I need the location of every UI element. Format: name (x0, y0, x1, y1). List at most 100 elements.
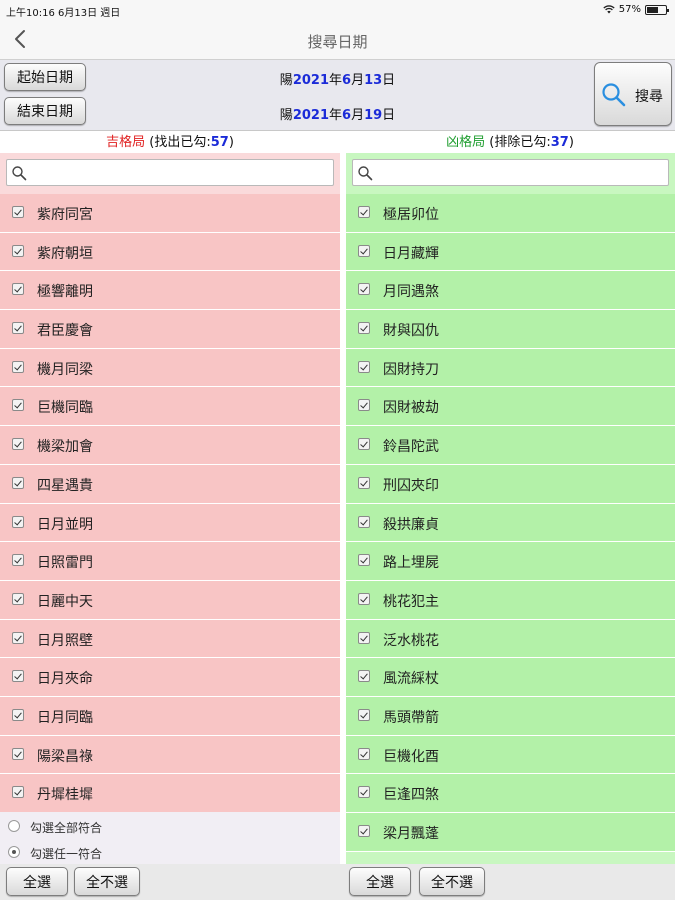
checkbox-checked-icon[interactable] (12, 360, 24, 373)
list-item-label: 因財持刀 (383, 361, 439, 378)
lucky-count: 57 (210, 135, 229, 150)
checkbox-checked-icon[interactable] (12, 592, 24, 605)
list-item[interactable]: 巨機同臨 (0, 387, 340, 427)
list-item[interactable]: 鈴昌陀武 (346, 426, 675, 465)
list-item[interactable]: 泛水桃花 (346, 619, 675, 659)
checkbox-checked-icon[interactable] (358, 476, 370, 489)
lucky-subtitle-pre: (找出已勾: (145, 135, 211, 150)
list-item[interactable]: 因財被劫 (346, 387, 675, 427)
list-item-label: 日麗中天 (37, 593, 93, 610)
list-item[interactable]: 紫府同宮 (0, 194, 340, 233)
checkbox-checked-icon[interactable] (12, 283, 24, 296)
list-item[interactable]: 財與囚仇 (346, 310, 675, 349)
checkbox-checked-icon[interactable] (358, 708, 370, 721)
list-item[interactable]: 巨逢四煞 (346, 774, 675, 813)
list-item[interactable]: 因財持刀 (346, 348, 675, 388)
lucky-title: 吉格局 (106, 135, 146, 150)
list-item[interactable]: 日月藏輝 (346, 232, 675, 272)
list-item[interactable]: 君臣慶會 (0, 310, 340, 349)
lucky-select-none-button[interactable]: 全不選 (74, 867, 140, 896)
checkbox-checked-icon[interactable] (358, 747, 370, 760)
unlucky-search-input[interactable] (377, 162, 666, 183)
checkbox-checked-icon[interactable] (12, 399, 24, 412)
checkbox-checked-icon[interactable] (358, 786, 370, 799)
checkbox-checked-icon[interactable] (12, 438, 24, 451)
checkbox-checked-icon[interactable] (12, 206, 24, 218)
checkbox-checked-icon[interactable] (358, 438, 370, 451)
wifi-icon (603, 5, 615, 14)
list-item[interactable]: 日月夾命 (0, 658, 340, 697)
radio-match-all[interactable] (8, 820, 20, 832)
list-item[interactable]: 日月照壁 (0, 619, 340, 659)
lucky-search-input[interactable] (31, 162, 331, 183)
lucky-panel-header: 吉格局 (找出已勾:57) (0, 131, 340, 153)
list-item[interactable]: 路上埋屍 (346, 542, 675, 581)
lucky-pattern-panel: 紫府同宮紫府朝垣極響離明君臣慶會 機月同梁 巨機同臨機梁加會四星遇貴 日月並明 日照雷門… (0, 153, 340, 864)
checkbox-checked-icon[interactable] (12, 476, 24, 489)
checkbox-checked-icon[interactable] (358, 283, 370, 296)
list-item[interactable]: 機月同梁 (0, 348, 340, 388)
lucky-select-all-button[interactable]: 全選 (6, 867, 68, 896)
list-item[interactable]: 極響離明 (0, 271, 340, 311)
checkbox-checked-icon[interactable] (358, 631, 370, 644)
checkbox-checked-icon[interactable] (358, 399, 370, 412)
battery-percent: 57% (618, 4, 641, 15)
list-item-label: 殺拱廉貞 (383, 516, 439, 533)
checkbox-checked-icon[interactable] (358, 515, 370, 528)
list-item[interactable]: 陽梁昌祿 (0, 735, 340, 775)
list-item[interactable]: 日照雷門 (0, 542, 340, 581)
list-item[interactable]: 日月同臨 (0, 696, 340, 736)
unlucky-subtitle-pre: (排除已勾: (485, 135, 551, 150)
checkbox-checked-icon[interactable] (12, 708, 24, 721)
list-item[interactable]: 四星遇貴 (0, 464, 340, 504)
list-item-label: 極響離明 (37, 284, 93, 301)
checkbox-checked-icon[interactable] (358, 592, 370, 605)
checkbox-checked-icon[interactable] (12, 670, 24, 683)
list-item-label: 巨逢四煞 (383, 787, 439, 804)
checkbox-checked-icon[interactable] (358, 322, 370, 335)
checkbox-checked-icon[interactable] (358, 206, 370, 218)
checkbox-checked-icon[interactable] (12, 747, 24, 760)
list-item[interactable]: 極居卯位 (346, 194, 675, 233)
checkbox-checked-icon[interactable] (12, 322, 24, 335)
start-date-month: 6 (342, 73, 352, 88)
list-item-label: 路上埋屍 (383, 555, 439, 572)
list-item[interactable]: 日麗中天 (0, 580, 340, 620)
list-item[interactable]: 殺拱廉貞 (346, 503, 675, 543)
checkbox-checked-icon[interactable] (358, 360, 370, 373)
list-item[interactable]: 紫府朝垣 (0, 232, 340, 272)
list-item[interactable]: 風流綵杖 (346, 658, 675, 697)
lucky-subtitle-post: ) (228, 135, 234, 150)
list-item-label: 機梁加會 (37, 439, 93, 456)
search-button[interactable]: 搜尋 (594, 62, 672, 126)
checkbox-checked-icon[interactable] (12, 515, 24, 528)
list-item-label: 馬頭帶箭 (383, 709, 439, 726)
magnifier-icon (602, 83, 626, 107)
lucky-pattern-list: 紫府同宮紫府朝垣極響離明君臣慶會 機月同梁 巨機同臨機梁加會四星遇貴 日月並明 日照雷門… (0, 194, 340, 813)
start-date-day: 13 (364, 73, 383, 88)
checkbox-checked-icon[interactable] (12, 244, 24, 257)
list-item[interactable]: 巨機化酉 (346, 735, 675, 775)
end-date-month-suffix: 月 (351, 108, 365, 123)
unlucky-select-all-button[interactable]: 全選 (349, 867, 411, 896)
checkbox-checked-icon[interactable] (12, 631, 24, 644)
checkbox-checked-icon[interactable] (358, 554, 370, 567)
checkbox-checked-icon[interactable] (12, 554, 24, 567)
list-item[interactable]: 日月並明 (0, 503, 340, 543)
list-item[interactable]: 梁月飄蓬 (346, 813, 675, 852)
end-date-display: 陽2021年6月19日 (0, 104, 675, 123)
unlucky-select-none-button[interactable]: 全不選 (419, 867, 485, 896)
list-item[interactable]: 馬頭帶箭 (346, 696, 675, 736)
list-item-label: 極居卯位 (383, 207, 439, 223)
list-item[interactable]: 月同遇煞 (346, 271, 675, 311)
list-item[interactable]: 刑囚夾印 (346, 464, 675, 504)
list-item-label: 紫府朝垣 (37, 245, 93, 262)
checkbox-checked-icon[interactable] (358, 244, 370, 257)
checkbox-checked-icon[interactable] (12, 786, 24, 799)
checkbox-checked-icon[interactable] (358, 670, 370, 683)
checkbox-checked-icon[interactable] (358, 825, 370, 837)
list-item[interactable]: 機梁加會 (0, 426, 340, 465)
list-item[interactable]: 丹墀桂墀 (0, 774, 340, 813)
list-item[interactable]: 桃花犯主 (346, 580, 675, 620)
radio-match-any[interactable] (8, 846, 20, 858)
